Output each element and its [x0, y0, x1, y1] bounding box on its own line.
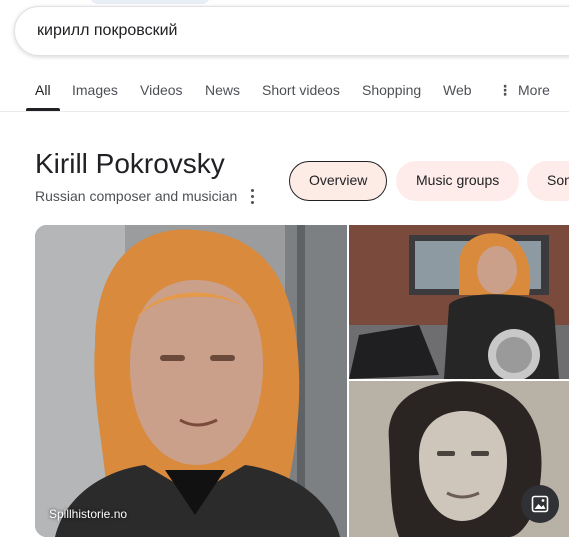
search-input[interactable]: кирилл покровский: [37, 22, 177, 40]
tab-web[interactable]: Web: [443, 82, 472, 98]
tab-news[interactable]: News: [205, 82, 240, 98]
motorcycle-photo-image[interactable]: [349, 225, 569, 379]
search-tabs: All Images Videos News Short videos Shop…: [0, 70, 569, 112]
search-box[interactable]: кирилл покровский: [14, 6, 569, 56]
tab-videos[interactable]: Videos: [140, 82, 183, 98]
tab-all[interactable]: All: [35, 82, 51, 98]
chip-overview[interactable]: Overview: [289, 161, 388, 201]
image-icon: [531, 495, 549, 513]
main-portrait-image[interactable]: Spillhistorie.no: [35, 225, 347, 537]
image-source-label[interactable]: Spillhistorie.no: [49, 507, 127, 521]
chip-music-groups[interactable]: Music groups: [396, 161, 520, 201]
entity-subtitle: Russian composer and musician: [35, 188, 238, 204]
vertical-dots-icon: ⋮: [498, 82, 512, 98]
top-decoration: [90, 0, 210, 4]
active-tab-underline: [26, 108, 60, 111]
tab-more[interactable]: ⋮ More: [498, 82, 550, 99]
tab-more-label: More: [518, 82, 550, 98]
tab-images[interactable]: Images: [72, 82, 118, 98]
view-images-button[interactable]: [521, 485, 559, 523]
tab-short-videos[interactable]: Short videos: [262, 82, 340, 98]
chip-songs[interactable]: Son: [527, 161, 569, 201]
tab-shopping[interactable]: Shopping: [362, 82, 421, 98]
entity-title: Kirill Pokrovsky: [35, 148, 225, 179]
vertical-dots-icon[interactable]: [246, 186, 260, 206]
